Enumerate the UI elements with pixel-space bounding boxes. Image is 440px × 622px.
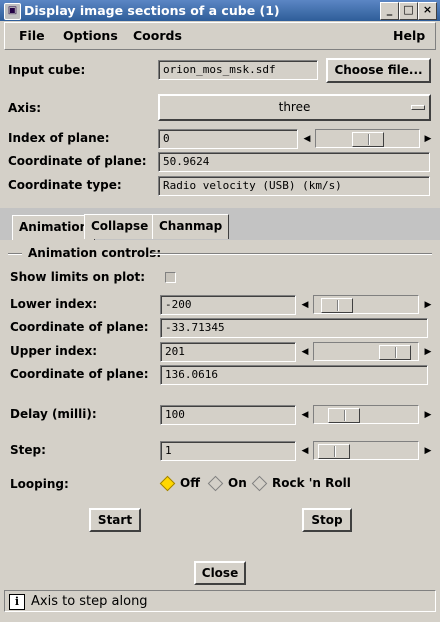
- status-bar: i Axis to step along: [4, 590, 436, 612]
- index-of-plane-slider[interactable]: [315, 129, 420, 148]
- slider-thumb[interactable]: [379, 345, 411, 360]
- tab-strip: Animation Collapse Chanmap: [0, 208, 440, 240]
- tab-animation[interactable]: Animation: [12, 215, 96, 240]
- show-limits-label: Show limits on plot:: [10, 270, 146, 284]
- window-title: Display image sections of a cube (1): [24, 3, 280, 18]
- menu-file[interactable]: File: [19, 28, 45, 43]
- upper-coordinate-field: 136.0616: [160, 365, 428, 385]
- step-slider[interactable]: [313, 441, 419, 460]
- looping-rock-n-roll-label[interactable]: Rock 'n Roll: [272, 476, 351, 490]
- menu-bar: File Options Coords Help: [4, 22, 436, 50]
- index-of-plane-label: Index of plane:: [8, 131, 110, 145]
- delay-field[interactable]: 100: [160, 405, 296, 425]
- dropdown-indicator-icon: [411, 105, 425, 110]
- looping-off-radio[interactable]: [159, 475, 176, 492]
- menu-options[interactable]: Options: [63, 28, 118, 43]
- upper-index-label: Upper index:: [10, 344, 98, 358]
- show-limits-checkbox[interactable]: [165, 272, 176, 283]
- step-field[interactable]: 1: [160, 441, 296, 461]
- stop-button[interactable]: Stop: [302, 508, 352, 532]
- lower-coordinate-label: Coordinate of plane:: [10, 320, 149, 334]
- animation-controls-title: Animation controls:: [28, 246, 162, 260]
- slider-thumb[interactable]: [321, 298, 353, 313]
- group-line-left: [8, 253, 22, 255]
- slider-thumb[interactable]: [328, 408, 360, 423]
- slider-right-arrow-icon[interactable]: ▶: [423, 345, 433, 359]
- slider-right-arrow-icon[interactable]: ▶: [423, 408, 433, 422]
- close-button[interactable]: Close: [194, 561, 246, 585]
- lower-index-slider[interactable]: [313, 295, 419, 314]
- index-of-plane-field[interactable]: 0: [158, 129, 298, 149]
- upper-index-slider[interactable]: [313, 342, 419, 361]
- app-icon[interactable]: ▣: [4, 3, 21, 20]
- maximize-button[interactable]: □: [399, 2, 418, 20]
- slider-right-arrow-icon[interactable]: ▶: [423, 132, 433, 146]
- minimize-button[interactable]: _: [380, 2, 399, 20]
- tab-chanmap[interactable]: Chanmap: [152, 214, 230, 239]
- axis-dropdown[interactable]: three: [158, 94, 431, 121]
- slider-left-arrow-icon[interactable]: ◀: [302, 132, 312, 146]
- lower-coordinate-field: -33.71345: [160, 318, 428, 338]
- menu-help[interactable]: Help: [393, 28, 425, 43]
- coordinate-of-plane-field: 50.9624: [158, 152, 430, 172]
- slider-thumb[interactable]: [318, 444, 350, 459]
- slider-left-arrow-icon[interactable]: ◀: [300, 298, 310, 312]
- tab-collapse[interactable]: Collapse: [84, 214, 156, 239]
- status-text: Axis to step along: [31, 594, 148, 609]
- upper-coordinate-label: Coordinate of plane:: [10, 367, 149, 381]
- delay-slider[interactable]: [313, 405, 419, 424]
- looping-rock-n-roll-radio[interactable]: [251, 475, 268, 492]
- slider-left-arrow-icon[interactable]: ◀: [300, 345, 310, 359]
- lower-index-field[interactable]: -200: [160, 295, 296, 315]
- axis-value: three: [278, 100, 311, 114]
- group-line-right: [150, 253, 432, 255]
- looping-label: Looping:: [10, 477, 69, 491]
- delay-label: Delay (milli):: [10, 407, 97, 421]
- coordinate-of-plane-label: Coordinate of plane:: [8, 154, 147, 168]
- menu-coords[interactable]: Coords: [133, 28, 182, 43]
- slider-right-arrow-icon[interactable]: ▶: [423, 298, 433, 312]
- title-bar[interactable]: ▣ Display image sections of a cube (1) _…: [0, 0, 440, 21]
- coordinate-type-field: Radio velocity (USB) (km/s): [158, 176, 430, 196]
- slider-thumb[interactable]: [352, 132, 384, 147]
- lower-index-label: Lower index:: [10, 297, 98, 311]
- start-button[interactable]: Start: [89, 508, 141, 532]
- step-label: Step:: [10, 443, 46, 457]
- info-icon: i: [9, 594, 25, 610]
- slider-left-arrow-icon[interactable]: ◀: [300, 408, 310, 422]
- upper-index-field[interactable]: 201: [160, 342, 296, 362]
- input-cube-field[interactable]: orion_mos_msk.sdf: [158, 60, 318, 80]
- looping-on-radio[interactable]: [207, 475, 224, 492]
- looping-on-label[interactable]: On: [228, 476, 247, 490]
- looping-off-label[interactable]: Off: [180, 476, 200, 490]
- axis-label: Axis:: [8, 101, 42, 115]
- choose-file-button[interactable]: Choose file...: [326, 58, 431, 83]
- close-window-button[interactable]: ×: [418, 2, 437, 20]
- slider-left-arrow-icon[interactable]: ◀: [300, 444, 310, 458]
- slider-right-arrow-icon[interactable]: ▶: [423, 444, 433, 458]
- coordinate-type-label: Coordinate type:: [8, 178, 122, 192]
- input-cube-label: Input cube:: [8, 63, 86, 77]
